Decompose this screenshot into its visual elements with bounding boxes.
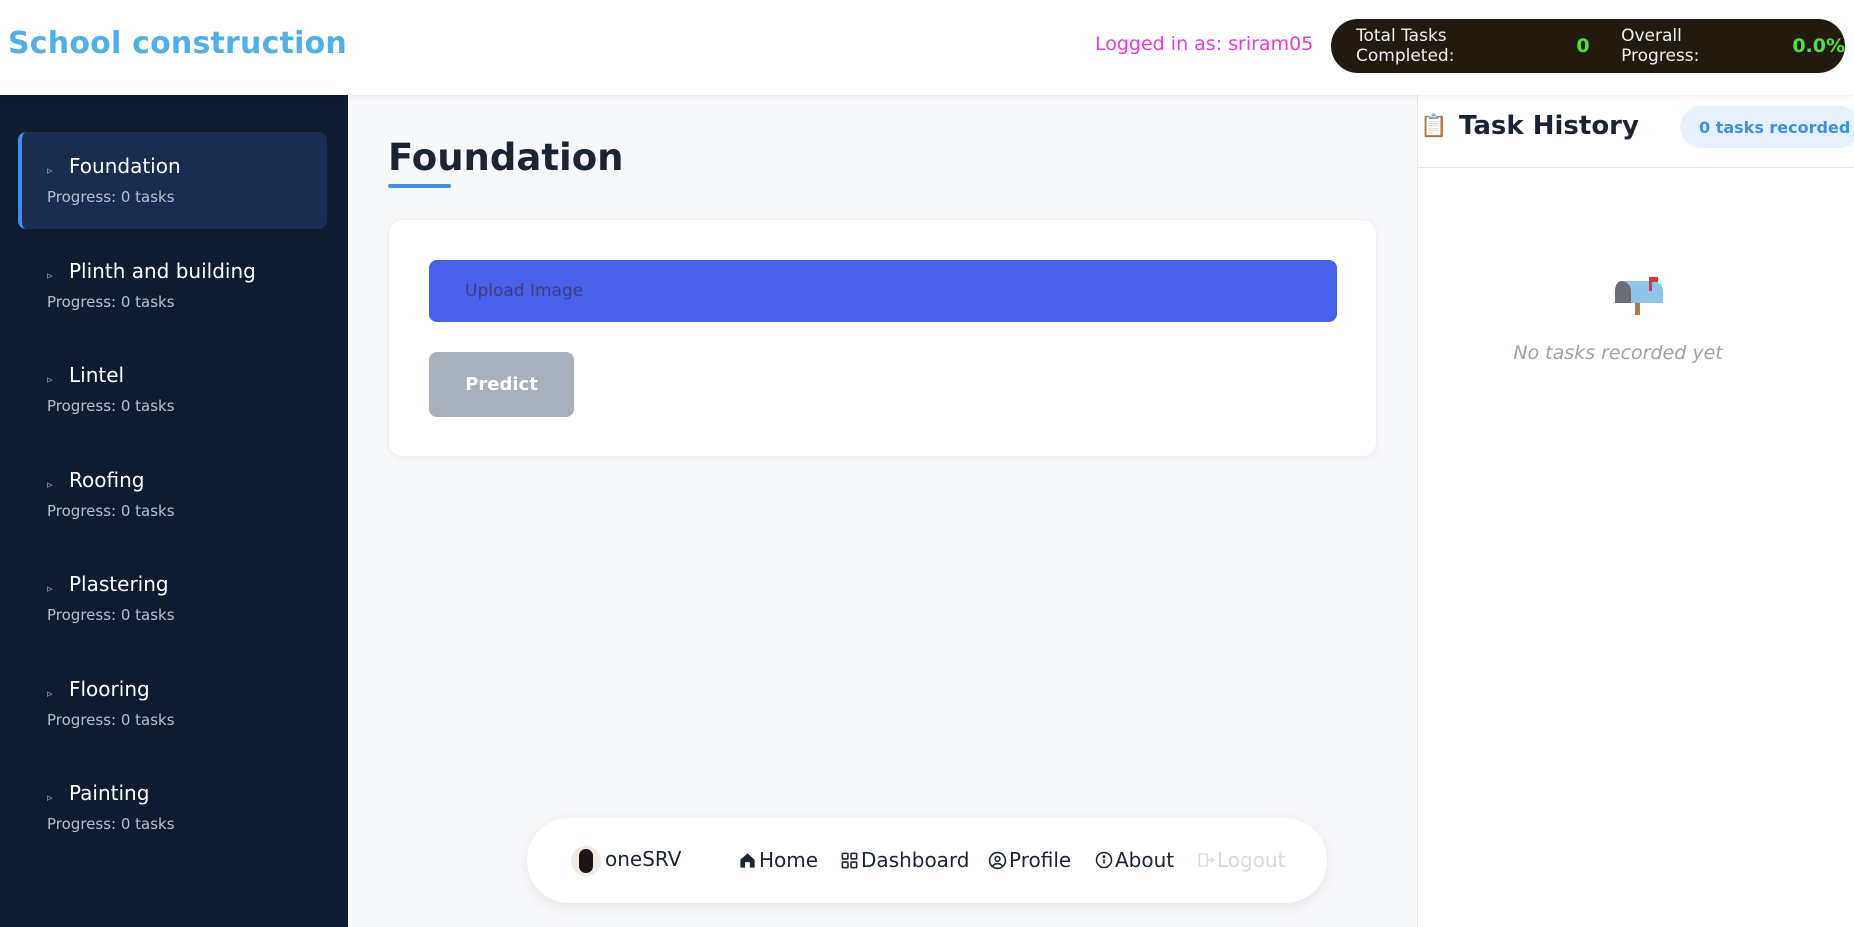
user-circle-icon	[988, 851, 1007, 869]
triangle-right-icon: ▹	[47, 478, 53, 491]
nav-about[interactable]: About	[1095, 848, 1174, 872]
sidebar-item-label: Plinth and building	[69, 259, 256, 283]
page-title: Foundation	[388, 136, 624, 179]
logout-icon	[1198, 853, 1215, 867]
nav-about-label: About	[1115, 848, 1175, 872]
upload-card: Upload Image Predict	[388, 219, 1377, 457]
triangle-right-icon: ▹	[47, 791, 53, 804]
app-header: School construction Logged in as: sriram…	[0, 0, 1854, 95]
sidebar-item-progress: Progress: 0 tasks	[47, 502, 175, 520]
sidebar-item-lintel[interactable]: ▹ Lintel Progress: 0 tasks	[18, 341, 327, 438]
nav-logout-label: Logout	[1217, 848, 1286, 872]
sidebar-item-label: Lintel	[69, 363, 125, 387]
info-icon	[1095, 851, 1113, 869]
upload-image-button[interactable]: Upload Image	[429, 260, 1337, 322]
triangle-right-icon: ▹	[47, 373, 53, 386]
clipboard-icon: 📋	[1420, 114, 1448, 139]
sidebar-item-label: Foundation	[69, 154, 181, 178]
task-history-panel: 📋 Task History 0 tasks recorded No tasks…	[1417, 95, 1854, 927]
total-tasks-label: Total Tasks Completed:	[1356, 26, 1455, 66]
nav-profile-label: Profile	[1009, 848, 1072, 872]
sidebar-item-progress: Progress: 0 tasks	[47, 293, 175, 311]
triangle-right-icon: ▹	[47, 687, 53, 700]
nav-dashboard-label: Dashboard	[861, 848, 970, 872]
mailbox-icon	[1615, 277, 1663, 315]
brand-name[interactable]: oneSRV	[605, 847, 681, 871]
sidebar-item-label: Painting	[69, 781, 150, 805]
sidebar-item-foundation[interactable]: ▹ Foundation Progress: 0 tasks	[18, 132, 327, 229]
sidebar-item-progress: Progress: 0 tasks	[47, 397, 175, 415]
dashboard-icon	[841, 852, 858, 868]
tasks-recorded-badge: 0 tasks recorded	[1680, 106, 1854, 148]
triangle-right-icon: ▹	[47, 164, 53, 177]
sidebar-item-label: Roofing	[69, 468, 145, 492]
stage-sidebar: ▹ Foundation Progress: 0 tasks ▹ Plinth …	[0, 95, 348, 927]
sidebar-item-label: Plastering	[69, 572, 169, 596]
sidebar-item-plastering[interactable]: ▹ Plastering Progress: 0 tasks	[18, 550, 327, 647]
app-title: School construction	[8, 26, 347, 61]
home-icon	[740, 852, 755, 868]
sidebar-item-flooring[interactable]: ▹ Flooring Progress: 0 tasks	[18, 655, 327, 752]
logged-in-user: Logged in as: sriram05	[1095, 33, 1314, 55]
nav-home[interactable]: Home	[738, 848, 818, 872]
bottom-nav: oneSRV Home Dashboard Profile About Logo…	[527, 818, 1327, 903]
title-underline	[388, 184, 451, 188]
nav-dashboard[interactable]: Dashboard	[840, 848, 970, 872]
nav-logout[interactable]: Logout	[1197, 848, 1285, 872]
triangle-right-icon: ▹	[47, 582, 53, 595]
total-tasks-value: 0	[1576, 35, 1590, 57]
sidebar-item-progress: Progress: 0 tasks	[47, 815, 175, 833]
sidebar-item-roofing[interactable]: ▹ Roofing Progress: 0 tasks	[18, 446, 327, 543]
sidebar-item-progress: Progress: 0 tasks	[47, 711, 175, 729]
sidebar-item-painting[interactable]: ▹ Painting Progress: 0 tasks	[18, 759, 327, 856]
history-divider	[1418, 167, 1854, 168]
predict-button[interactable]: Predict	[429, 352, 574, 417]
sidebar-item-progress: Progress: 0 tasks	[47, 188, 175, 206]
stats-pill: Total Tasks Completed: 0 Overall Progres…	[1331, 19, 1845, 73]
overall-progress-label: Overall Progress:	[1621, 26, 1700, 66]
nav-profile[interactable]: Profile	[988, 848, 1071, 872]
triangle-right-icon: ▹	[47, 269, 53, 282]
sidebar-item-label: Flooring	[69, 677, 150, 701]
nav-home-label: Home	[759, 848, 819, 872]
sidebar-item-plinth-and-building[interactable]: ▹ Plinth and building Progress: 0 tasks	[18, 237, 327, 334]
empty-history-text: No tasks recorded yet	[1513, 342, 1723, 364]
overall-progress-value: 0.0%	[1792, 35, 1846, 57]
task-history-title: Task History	[1459, 111, 1639, 141]
brand-logo-icon	[571, 846, 601, 876]
sidebar-item-progress: Progress: 0 tasks	[47, 606, 175, 624]
